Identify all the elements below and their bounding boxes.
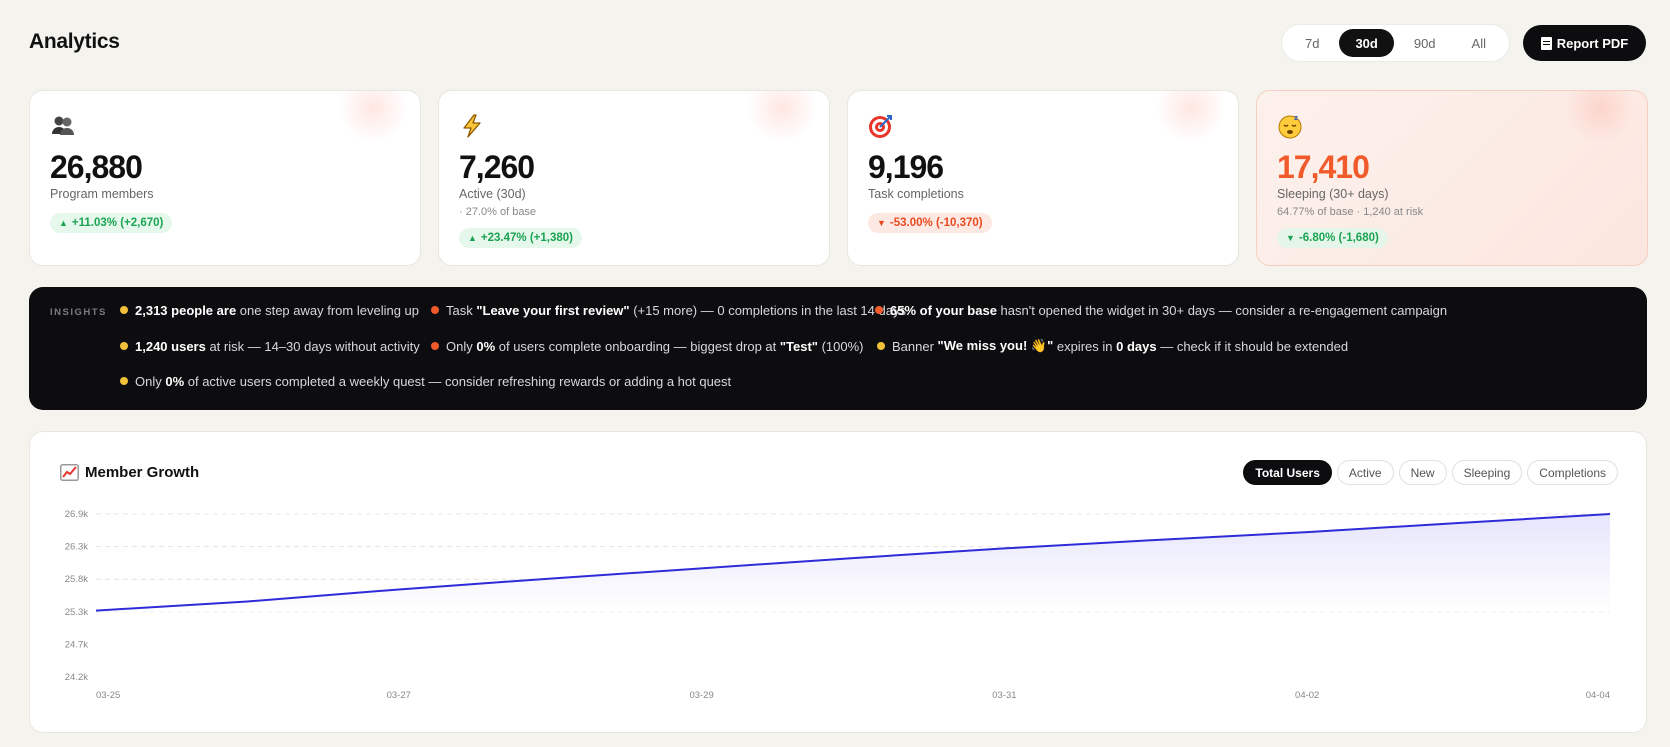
insight-dot-icon — [120, 342, 128, 350]
range-selector: 7d 30d 90d All — [1280, 24, 1510, 62]
insight-text: Only — [446, 338, 477, 354]
stat-label: Sleeping (30+ days) — [1277, 187, 1389, 201]
x-tick-label: 04-04 — [1586, 690, 1610, 701]
stat-card-completions: 9,196 Task completions ▼ -53.00% (-10,370… — [847, 90, 1239, 266]
series-area — [96, 514, 1610, 612]
triangle-down-icon: ▼ — [877, 218, 886, 228]
triangle-up-icon: ▲ — [468, 233, 477, 243]
stat-label: Task completions — [868, 187, 964, 201]
triangle-down-icon: ▼ — [1286, 233, 1295, 243]
stat-trend-badge: ▼ -53.00% (-10,370) — [868, 213, 992, 233]
member-growth-chart: 26.9k 26.3k 25.8k 25.3k 24.7k 24.2k 03-25 03-27… — [65, 509, 1611, 701]
header: Analytics 7d 30d 90d All Report PDF — [29, 24, 1646, 64]
svg-text:z: z — [1294, 114, 1298, 122]
y-tick-label: 25.3k — [65, 607, 88, 618]
stat-card-members: 26,880 Program members ▲ +11.03% (+2,670) — [29, 90, 421, 266]
insight-item: 2,313 people are one step away from leve… — [120, 302, 419, 318]
insight-dot-icon — [877, 342, 885, 350]
insight-text: Banner — [892, 338, 938, 354]
x-tick-label: 03-25 — [96, 690, 120, 701]
insight-item: 1,240 users at risk — 14–30 days without… — [120, 338, 420, 354]
insight-item: Only 0% of active users completed a week… — [120, 373, 731, 389]
triangle-up-icon: ▲ — [59, 218, 68, 228]
lightning-icon — [463, 114, 481, 138]
range-90d[interactable]: 90d — [1398, 29, 1452, 57]
insight-item: Banner "We miss you! 👋" expires in 0 day… — [877, 338, 1348, 354]
stat-sub: 64.77% of base · 1,240 at risk — [1277, 206, 1424, 218]
insight-dot-icon — [875, 306, 883, 314]
insight-text: — check if it should be extended — [1156, 338, 1349, 354]
stat-card-sleeping: z 17,410 Sleeping (30+ days) 64.77% of b… — [1256, 90, 1648, 266]
x-tick-label: 03-31 — [992, 690, 1016, 701]
insight-dot-icon — [120, 377, 128, 385]
stat-trend-badge: ▲ +11.03% (+2,670) — [50, 213, 173, 233]
insight-dot-icon — [120, 306, 128, 314]
stat-value: 26,880 — [50, 149, 143, 185]
insights-panel: INSIGHTS 2,313 people are one step away … — [29, 287, 1647, 410]
insight-text: of active users completed a weekly quest… — [184, 373, 732, 389]
insight-emphasis: 2,313 people are — [135, 302, 237, 318]
y-tick-label: 24.2k — [65, 672, 88, 683]
insight-emphasis: "Leave your first review" — [476, 302, 630, 318]
report-pdf-button[interactable]: Report PDF — [1523, 25, 1646, 61]
document-icon — [1540, 36, 1552, 50]
insight-item: 65% of your base hasn't opened the widge… — [875, 302, 1447, 318]
stat-label: Program members — [50, 187, 154, 201]
y-tick-label: 26.9k — [65, 509, 88, 520]
stat-value: 9,196 — [868, 149, 944, 185]
insight-text: Task — [446, 302, 477, 318]
insight-text: at risk — 14–30 days without activity — [205, 338, 420, 354]
insight-text: Only — [135, 373, 166, 389]
insight-dot-icon — [431, 342, 439, 350]
stat-value: 17,410 — [1277, 149, 1370, 185]
insight-dot-icon — [431, 306, 439, 314]
insight-text: hasn't opened the widget in 30+ days — c… — [996, 302, 1448, 318]
insight-item: Only 0% of users complete onboarding — b… — [431, 338, 864, 354]
stat-label: Active (30d) — [459, 187, 526, 201]
y-tick-label: 26.3k — [65, 542, 88, 553]
insight-emphasis: "Test" — [779, 338, 818, 354]
x-tick-label: 03-29 — [689, 690, 713, 701]
insight-text: (+15 more) — 0 completions in the last 1… — [629, 302, 906, 318]
insight-text: one step away from leveling up — [236, 302, 419, 318]
insight-emphasis: 1,240 users — [135, 338, 206, 354]
insight-text: expires in — [1053, 338, 1117, 354]
target-icon — [869, 115, 892, 138]
range-7d[interactable]: 7d — [1289, 29, 1335, 57]
insight-emphasis: 0 days — [1116, 338, 1157, 354]
x-tick-label: 03-27 — [387, 690, 411, 701]
sleeping-face-icon: z — [1278, 114, 1302, 139]
insight-emphasis: 0% — [165, 373, 185, 389]
range-all[interactable]: All — [1456, 29, 1502, 57]
range-30d[interactable]: 30d — [1339, 29, 1394, 57]
insight-emphasis: 0% — [476, 338, 496, 354]
stat-value: 7,260 — [459, 149, 535, 185]
stat-trend-badge: ▲ +23.47% (+1,380) — [459, 228, 582, 248]
insight-emphasis: "We miss you! 👋" — [937, 338, 1054, 353]
insight-text: (100%) — [817, 338, 864, 354]
insight-item: Task "Leave your first review" (+15 more… — [431, 302, 906, 318]
insights-label: INSIGHTS — [50, 307, 107, 318]
member-growth-panel: Member Growth Total Users Active New Sle… — [29, 431, 1647, 733]
insight-emphasis: 65% of your base — [890, 302, 997, 318]
report-pdf-label: Report PDF — [1556, 35, 1629, 51]
insight-text: of users complete onboarding — biggest d… — [495, 338, 780, 354]
page-title: Analytics — [29, 30, 120, 53]
stat-trend-badge: ▼ -6.80% (-1,680) — [1277, 228, 1388, 248]
stat-sub: · 27.0% of base — [459, 206, 537, 218]
stat-card-active: 7,260 Active (30d) · 27.0% of base ▲ +23.… — [438, 90, 830, 266]
people-icon — [52, 116, 74, 135]
y-tick-label: 24.7k — [65, 639, 88, 650]
y-tick-label: 25.8k — [65, 574, 88, 585]
x-tick-label: 04-02 — [1295, 690, 1319, 701]
